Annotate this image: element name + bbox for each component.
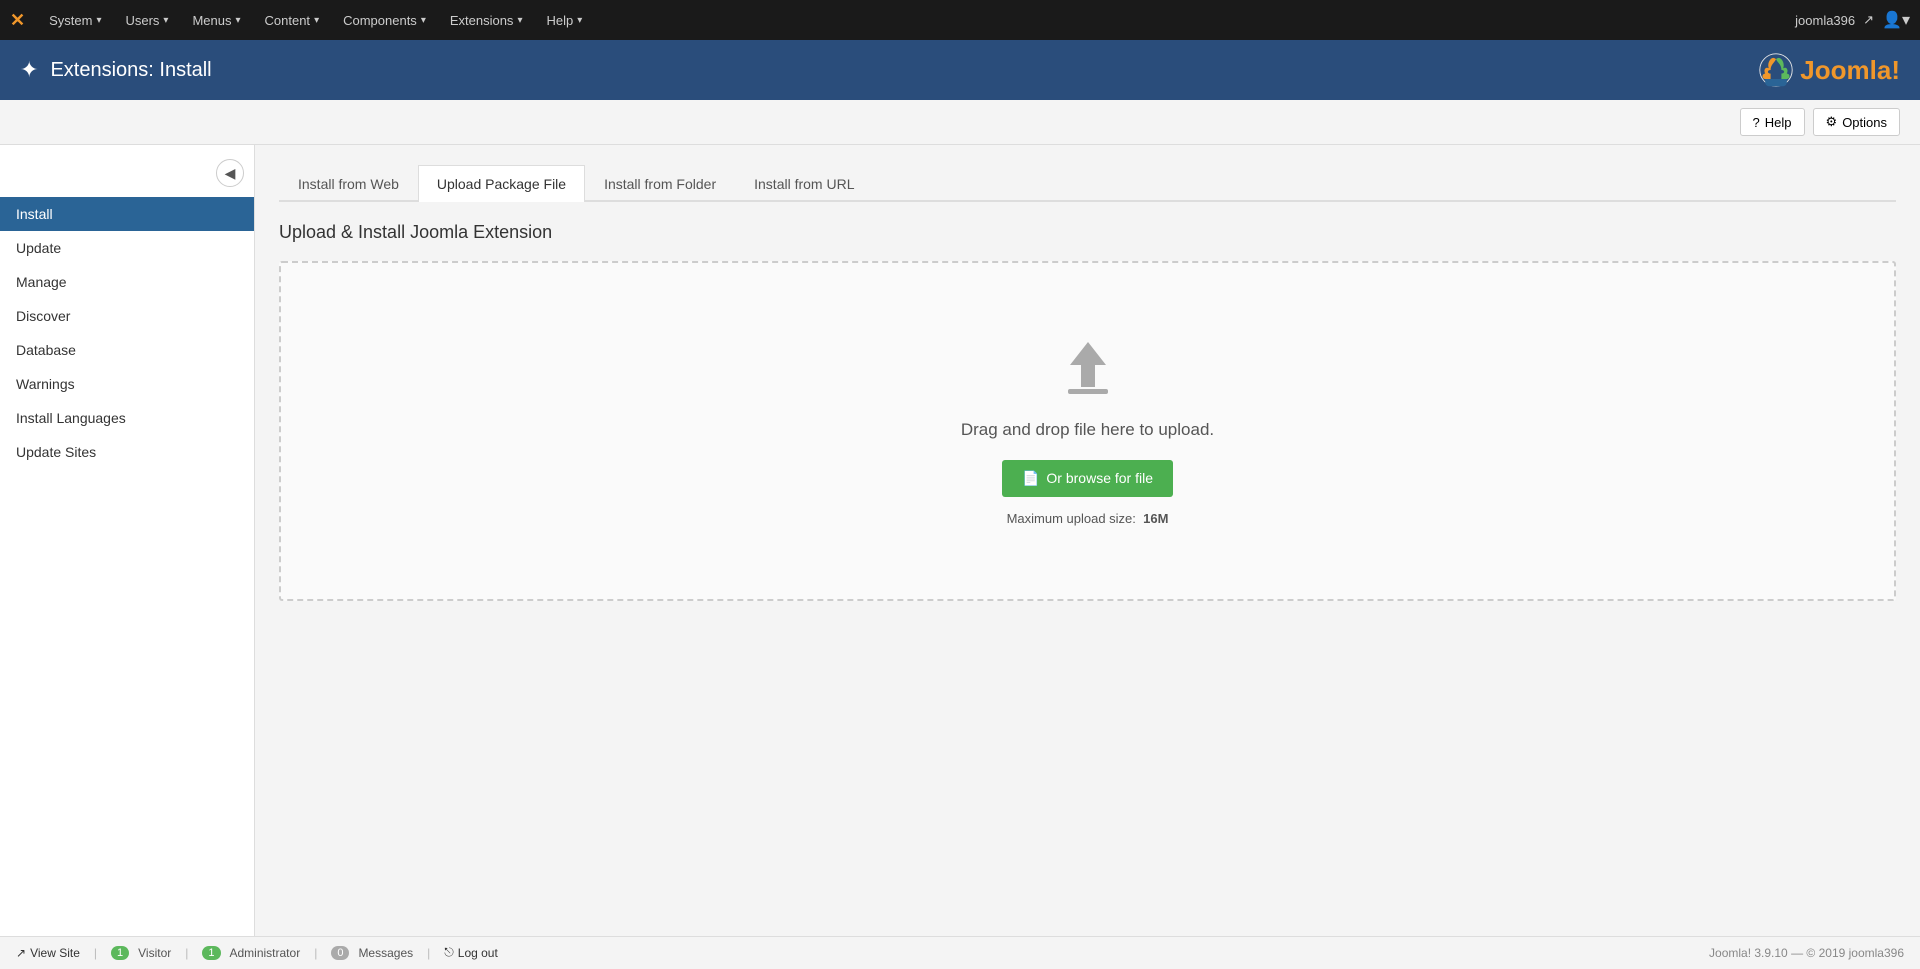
messages-badge: 0 [331, 946, 349, 960]
logout-icon: ⎋ [444, 945, 454, 960]
logout-link[interactable]: ⎋ Log out [444, 945, 498, 960]
admin-badge: 1 [202, 946, 220, 960]
joomla-logo-svg [1758, 52, 1794, 88]
drag-drop-text: Drag and drop file here to upload. [961, 420, 1214, 440]
options-gear-icon: ⚙ [1826, 114, 1838, 130]
sidebar-toggle-area: ◀ [0, 155, 254, 197]
upload-dropzone[interactable]: Drag and drop file here to upload. 📄 Or … [279, 261, 1896, 601]
page-title: Extensions: Install [50, 59, 211, 82]
footer-bar: ↗ View Site | 1 Visitor | 1 Administrato… [0, 936, 1920, 968]
browse-file-icon: 📄 [1022, 470, 1039, 487]
footer-left: ↗ View Site | 1 Visitor | 1 Administrato… [16, 945, 498, 960]
users-arrow-icon: ▾ [163, 15, 168, 26]
joomla-logo-text: Joomla! [1800, 55, 1900, 86]
navbar-brand: ✕ [10, 10, 25, 31]
toolbar: ? Help ⚙ Options [0, 100, 1920, 145]
nav-users[interactable]: Users ▾ [115, 0, 178, 40]
navbar-external-icon: ↗ [1863, 12, 1874, 28]
sidebar-item-discover[interactable]: Discover [0, 299, 254, 333]
content-area: Install from Web Upload Package File Ins… [255, 145, 1920, 936]
sidebar-item-install-languages[interactable]: Install Languages [0, 401, 254, 435]
tab-upload-package[interactable]: Upload Package File [418, 165, 585, 202]
top-navbar: ✕ System ▾ Users ▾ Menus ▾ Content ▾ Com… [0, 0, 1920, 40]
browse-for-file-button[interactable]: 📄 Or browse for file [1002, 460, 1173, 497]
help-icon: ? [1753, 115, 1760, 130]
system-arrow-icon: ▾ [96, 15, 101, 26]
navbar-right: joomla396 ↗ 👤▾ [1795, 10, 1910, 30]
sidebar-item-database[interactable]: Database [0, 333, 254, 367]
view-site-link[interactable]: ↗ View Site [16, 946, 80, 960]
page-header: ✦ Extensions: Install Joomla! [0, 40, 1920, 100]
nav-extensions[interactable]: Extensions ▾ [440, 0, 533, 40]
sidebar-item-update-sites[interactable]: Update Sites [0, 435, 254, 469]
joomla-logo: Joomla! [1758, 52, 1900, 88]
options-button[interactable]: ⚙ Options [1813, 108, 1900, 136]
sidebar-item-update[interactable]: Update [0, 231, 254, 265]
footer-sep-4: | [427, 946, 430, 960]
messages-label: Messages [358, 946, 413, 960]
content-arrow-icon: ▾ [314, 15, 319, 26]
extensions-arrow-icon: ▾ [517, 15, 522, 26]
nav-help[interactable]: Help ▾ [536, 0, 592, 40]
tab-install-from-web[interactable]: Install from Web [279, 165, 418, 202]
visitor-label: Visitor [138, 946, 171, 960]
menus-arrow-icon: ▾ [235, 15, 240, 26]
visitor-badge: 1 [111, 946, 129, 960]
sidebar-item-install[interactable]: Install [0, 197, 254, 231]
footer-right: Joomla! 3.9.10 — © 2019 joomla396 [1709, 946, 1904, 960]
footer-sep-1: | [94, 946, 97, 960]
section-title: Upload & Install Joomla Extension [279, 222, 1896, 243]
upload-arrow-icon [1058, 337, 1118, 397]
nav-components[interactable]: Components ▾ [333, 0, 436, 40]
main-layout: ◀ Install Update Manage Discover Databas… [0, 145, 1920, 936]
sidebar-item-manage[interactable]: Manage [0, 265, 254, 299]
upload-icon [1058, 337, 1118, 400]
sidebar: ◀ Install Update Manage Discover Databas… [0, 145, 255, 936]
help-arrow-icon: ▾ [577, 15, 582, 26]
footer-sep-2: | [185, 946, 188, 960]
help-button[interactable]: ? Help [1740, 108, 1805, 136]
external-link-icon: ↗ [16, 946, 26, 960]
max-upload-size: Maximum upload size: 16M [1007, 511, 1169, 526]
tab-install-from-url[interactable]: Install from URL [735, 165, 873, 202]
nav-menus[interactable]: Menus ▾ [182, 0, 250, 40]
extensions-icon: ✦ [20, 57, 38, 83]
sidebar-toggle-button[interactable]: ◀ [216, 159, 244, 187]
tab-install-from-folder[interactable]: Install from Folder [585, 165, 735, 202]
admin-label: Administrator [230, 946, 301, 960]
sidebar-item-warnings[interactable]: Warnings [0, 367, 254, 401]
user-link[interactable]: joomla396 [1795, 13, 1855, 28]
joomla-x-icon: ✕ [10, 10, 25, 31]
nav-content[interactable]: Content ▾ [255, 0, 330, 40]
nav-system[interactable]: System ▾ [39, 0, 111, 40]
components-arrow-icon: ▾ [421, 15, 426, 26]
footer-sep-3: | [314, 946, 317, 960]
user-dropdown-icon[interactable]: 👤▾ [1882, 10, 1910, 30]
tab-bar: Install from Web Upload Package File Ins… [279, 165, 1896, 202]
